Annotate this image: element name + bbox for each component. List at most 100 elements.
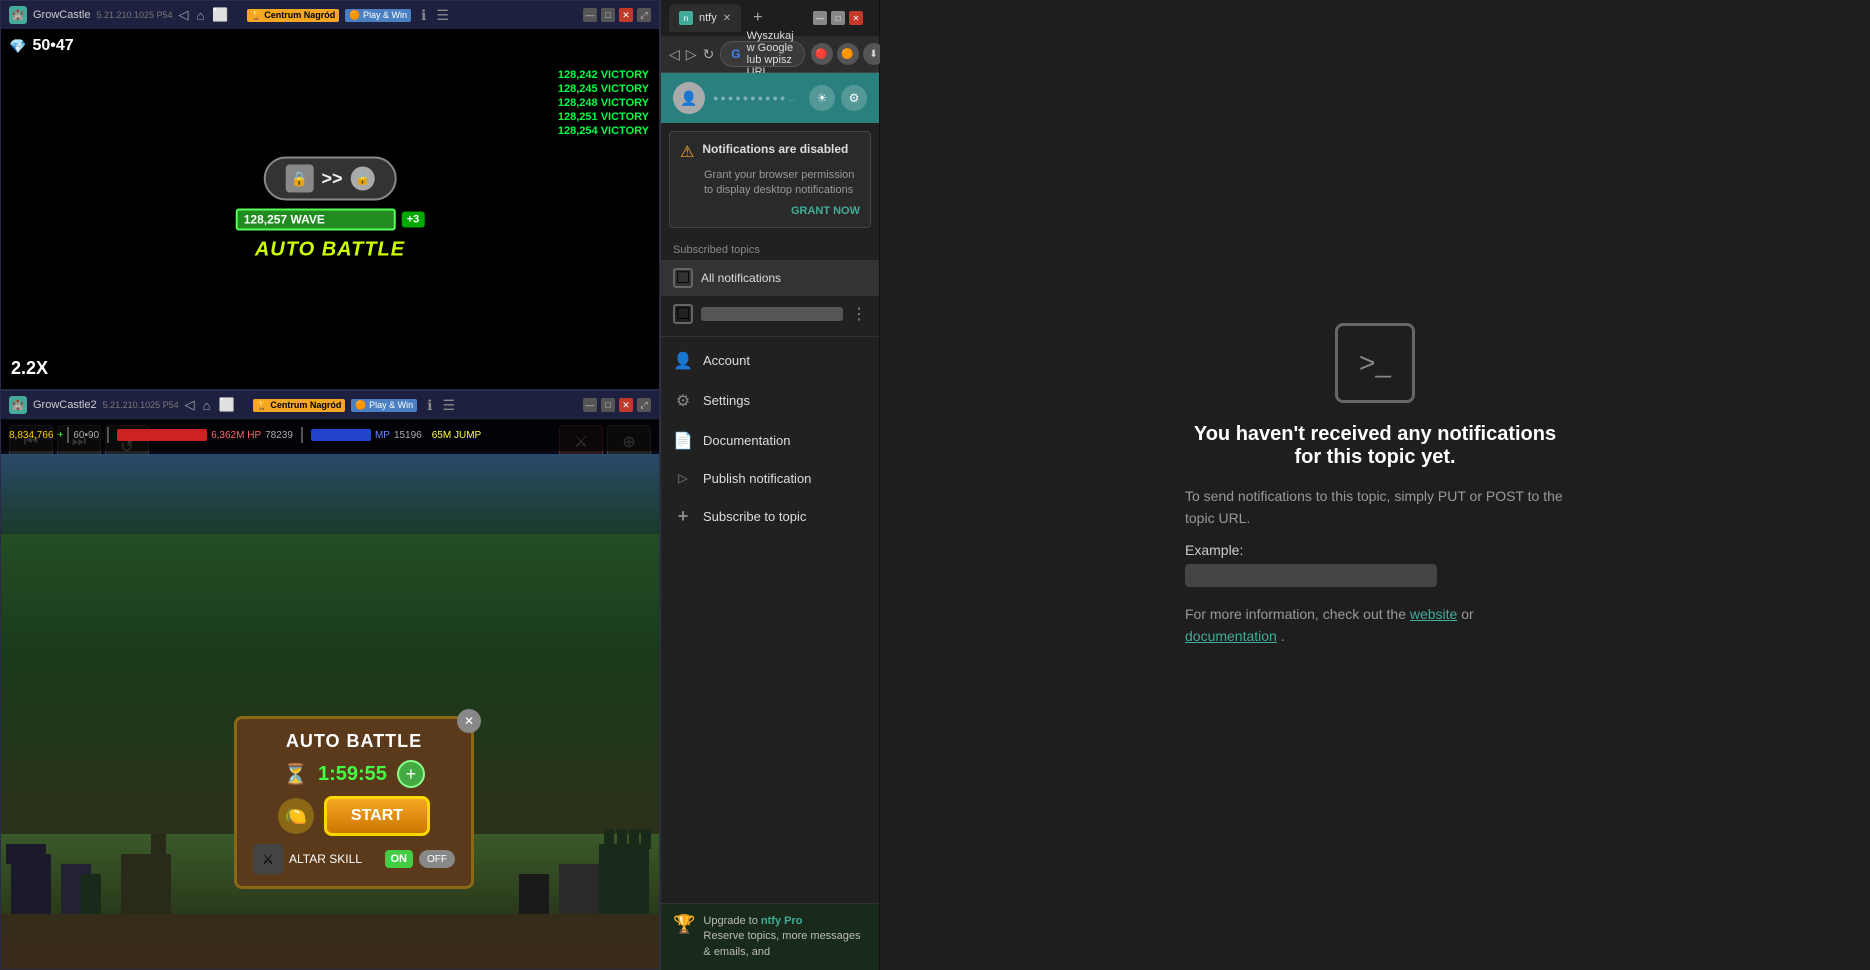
menu-divider-1 [661,336,879,337]
bs-icon-2: 🏰 [9,396,27,414]
menu-icon[interactable]: ☰ [436,7,449,24]
topic-blurred[interactable]: ☐ ●●●●●●●●●●●● ⋮ [661,296,879,332]
browser-max-btn[interactable]: □ [831,11,845,25]
tab-title: ntfy [699,12,717,24]
menu-subscribe[interactable]: + Subscribe to topic [661,496,879,537]
titlebar-nav-1: ◁ ⌂ ⬜ [179,7,229,23]
multiplier-1: 2.2X [11,358,48,379]
browser-tab-ntfy[interactable]: n ntfy ✕ [669,4,741,32]
game-content-1[interactable]: 💎 50•47 128,242 VICTORY 128,245 VICTORY … [1,29,659,389]
tab-close-btn[interactable]: ✕ [723,13,731,24]
empty-description: To send notifications to this topic, sim… [1185,485,1565,530]
footer-text: For more information, check out the [1185,606,1410,622]
lock-right-icon: 🔓 [351,167,375,191]
ext-icon-1[interactable]: 🔴 [811,43,833,65]
empty-footer: For more information, check out the webs… [1185,603,1565,648]
game2-scene: WAVE 2311 [1,454,659,969]
nav-reload-btn[interactable]: ↻ [703,41,715,67]
badge-play: 🟠 Play & Win [345,9,411,22]
nav-back-btn[interactable]: ◁ [669,41,680,67]
wave-text: 128,257 WAVE [244,213,325,227]
minimize-btn-2[interactable]: — [583,398,597,412]
ntfy-avatar: 👤 [673,82,705,114]
address-bar[interactable]: G Wyszukaj w Google lub wpisz URL [720,41,804,67]
nav-fwd-btn[interactable]: ▷ [686,41,697,67]
altar-toggle-off[interactable]: OFF [419,850,455,868]
info-icon-2[interactable]: ℹ [427,397,432,414]
game2-subtitle: 5.21.210.1025 P54 [103,400,179,410]
game2-hud: 8,834,766 + 60•90 6,362M HP 78239 MP 151… [1,419,659,451]
maximize-btn-2[interactable]: □ [601,398,615,412]
dialog-close-btn[interactable]: ✕ [457,709,481,733]
auto-battle-dialog: AUTO BATTLE ✕ ⏳ 1:59:55 + 🍋 START ⚔ ALTA… [234,716,474,889]
ntfy-header-actions: ☀ ⚙ [809,85,867,111]
menu-icon-2[interactable]: ☰ [442,397,455,414]
tab-favicon: n [679,11,693,25]
warning-body: Grant your browser permission to display… [704,168,860,199]
grant-now-button[interactable]: GRANT NOW [680,205,860,217]
start-button[interactable]: START [324,796,430,836]
nav-back-2[interactable]: ◁ [185,397,195,413]
expand-btn-2[interactable]: ⤢ [637,398,651,412]
titlebar-2: 🏰 GrowCastle2 5.21.210.1025 P54 ◁ ⌂ ⬜ 🏆 … [1,391,659,419]
warning-icon: ⚠ [680,142,694,162]
close-btn-2[interactable]: ✕ [619,398,633,412]
ntfy-settings-btn[interactable]: ⚙ [841,85,867,111]
altar-icon: ⚔ [253,844,283,874]
nav-home[interactable]: ⌂ [197,8,205,23]
timer-value: 1:59:55 [318,763,387,786]
maximize-btn-1[interactable]: □ [601,8,615,22]
game-content-2[interactable]: 8,834,766 + 60•90 6,362M HP 78239 MP 151… [1,419,659,969]
empty-state: >_ You haven't received any notification… [1185,323,1565,648]
topic-all-notifications[interactable]: ☐ All notifications [661,260,879,296]
google-icon: G [731,47,740,61]
notification-warning: ⚠ Notifications are disabled Grant your … [669,131,871,228]
browser-min-btn[interactable]: — [813,11,827,25]
nav-copy-2[interactable]: ⬜ [219,397,235,413]
browser-chrome: n ntfy ✕ + — □ ✕ ◁ ▷ ↻ G Wyszukaj w Goog… [661,0,879,73]
menu-documentation[interactable]: 📄 Documentation [661,421,879,461]
ntfy-sidebar-panel: n ntfy ✕ + — □ ✕ ◁ ▷ ↻ G Wyszukaj w Goog… [660,0,880,970]
nav-copy[interactable]: ⬜ [212,7,228,23]
ntfy-sun-btn[interactable]: ☀ [809,85,835,111]
upgrade-body: Reserve topics, more messages & emails, … [703,930,860,957]
hud-score: 50•47 [32,37,73,55]
ntfy-header: 👤 ●●●●●●●●●●●●●●● ☀ ⚙ [661,73,879,123]
diamond-icon: 💎 [9,38,26,55]
titlebar-1: 🏰 GrowCastle 5.21.210.1025 P54 ◁ ⌂ ⬜ 🏆 C… [1,1,659,29]
nav-back[interactable]: ◁ [179,7,189,23]
website-link[interactable]: website [1410,606,1457,622]
altar-label: ALTAR SKILL [289,852,379,866]
add-time-button[interactable]: + [397,760,425,788]
new-tab-btn[interactable]: + [753,9,762,27]
close-btn-1[interactable]: ✕ [619,8,633,22]
subscribed-topics-label: Subscribed topics [661,236,879,260]
minimize-btn-1[interactable]: — [583,8,597,22]
ntfy-pro-link[interactable]: ntfy Pro [761,915,803,927]
documentation-link[interactable]: documentation [1185,628,1277,644]
nav-home-2[interactable]: ⌂ [203,398,211,413]
browser-close-btn[interactable]: ✕ [849,11,863,25]
game-center: 🔒 >> 🔓 128,257 WAVE +3 AUTO BATTLE [236,157,425,262]
account-icon: 👤 [673,351,693,371]
game-window-2: 🏰 GrowCastle2 5.21.210.1025 P54 ◁ ⌂ ⬜ 🏆 … [0,390,660,970]
reward-lemon-icon: 🍋 [278,798,314,834]
expand-btn-1[interactable]: ⤢ [637,8,651,22]
altar-toggle-on[interactable]: ON [385,850,414,868]
upgrade-prefix: Upgrade to [703,915,760,927]
documentation-icon: 📄 [673,431,693,451]
info-icon[interactable]: ℹ [421,7,426,24]
win-controls-2: — □ ✕ ⤢ [583,398,651,412]
wave-bar-row: 128,257 WAVE +3 [236,209,425,231]
empty-title: You haven't received any notifications f… [1185,423,1565,469]
menu-account[interactable]: 👤 Account [661,341,879,381]
victory-3: 128,248 VICTORY [558,97,649,109]
menu-publish[interactable]: ▷ Publish notification [661,461,879,496]
publish-label: Publish notification [703,471,811,486]
badge-centrum: 🏆 Centrum Nagród [247,9,340,22]
ext-icon-2[interactable]: 🟠 [837,43,859,65]
blurred-topic-name: ●●●●●●●●●●●● [701,307,843,321]
menu-settings[interactable]: ⚙ Settings [661,381,879,421]
hud2-jump: 65M JUMP [432,430,481,441]
topic-more-btn[interactable]: ⋮ [851,304,867,324]
